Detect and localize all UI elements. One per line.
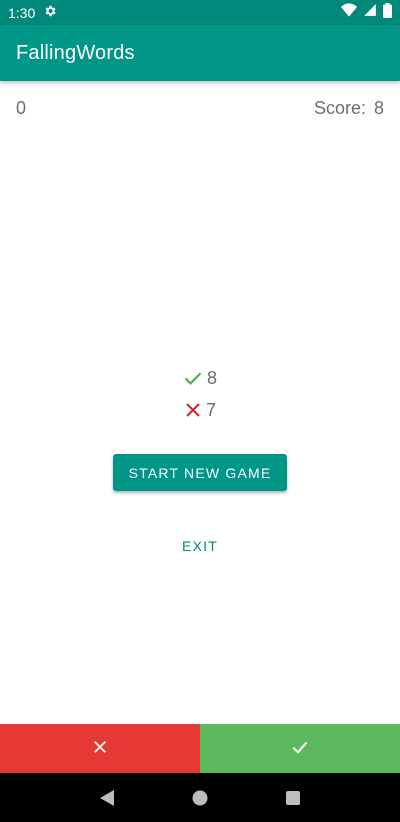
- correct-count: 8: [206, 367, 217, 388]
- navigation-bar: [0, 773, 400, 822]
- check-icon: [291, 739, 309, 758]
- status-right: [341, 2, 392, 23]
- home-circle-icon[interactable]: [180, 778, 220, 818]
- app-title: FallingWords: [16, 41, 135, 64]
- status-time: 1:30: [8, 4, 36, 21]
- correct-result: 8: [183, 366, 217, 390]
- app-bar: FallingWords: [0, 25, 400, 81]
- score-box: Score: 8: [314, 98, 384, 119]
- close-icon: [184, 401, 202, 419]
- score-label: Score:: [313, 98, 366, 118]
- wrong-result: 7: [184, 398, 216, 422]
- battery-icon: [383, 2, 392, 23]
- results-summary: 8 7: [0, 366, 400, 422]
- signal-icon: [363, 3, 377, 22]
- word-counter: 0: [16, 98, 27, 118]
- gear-icon: [43, 4, 57, 21]
- wifi-icon: [341, 3, 357, 22]
- exit-button[interactable]: EXIT: [160, 530, 240, 562]
- status-left: 1:30: [8, 4, 57, 21]
- start-new-game-button[interactable]: START NEW GAME: [113, 454, 287, 491]
- score-value: 8: [373, 98, 384, 118]
- wrong-answer-button[interactable]: [0, 724, 200, 773]
- status-bar: 1:30: [0, 0, 400, 25]
- check-icon: [183, 368, 203, 388]
- close-icon: [93, 740, 107, 757]
- wrong-count: 7: [205, 399, 216, 420]
- answer-buttons: [0, 724, 400, 773]
- correct-answer-button[interactable]: [200, 724, 400, 773]
- back-triangle-icon[interactable]: [87, 778, 127, 818]
- info-row: 0 Score: 8: [16, 98, 384, 119]
- screen: 1:30 FallingWords 0 Score: 8 8 7 START N…: [0, 0, 400, 822]
- recents-square-icon[interactable]: [273, 778, 313, 818]
